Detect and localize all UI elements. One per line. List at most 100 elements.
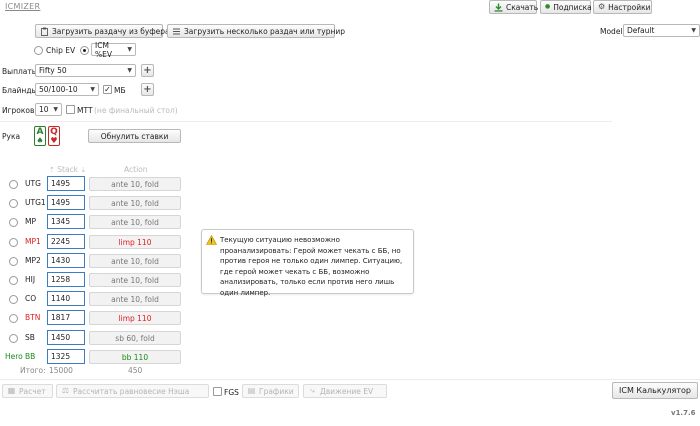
action-select[interactable]: ante 10, fold	[89, 215, 181, 229]
model-label: Model	[600, 27, 623, 36]
list-icon	[172, 27, 181, 36]
chart-icon: ▤	[247, 386, 256, 395]
calculate-button[interactable]: ▦ Расчет	[2, 384, 53, 398]
chevron-down-icon: ▼	[90, 86, 95, 93]
charts-button[interactable]: ▤ Графики	[242, 384, 299, 398]
select-hero-radio[interactable]	[9, 295, 18, 304]
icm-calculator-button[interactable]: ICM Калькулятор	[612, 382, 698, 399]
fgs-checkbox[interactable]	[213, 387, 222, 396]
flow-icon: ⤷	[310, 386, 315, 395]
load-clipboard-label: Загрузить раздачу из буфера	[52, 26, 170, 36]
settings-button[interactable]: ⚙ Настройки	[593, 0, 652, 14]
players-value: 10	[39, 105, 49, 114]
select-hero-radio[interactable]	[9, 257, 18, 266]
total-action: 450	[128, 366, 143, 375]
blinds-value: 50/100-10	[39, 85, 78, 94]
stack-input[interactable]: 1495	[47, 176, 85, 191]
action-select[interactable]: sb 60, fold	[89, 331, 181, 345]
download-button[interactable]: Скачать	[489, 0, 538, 14]
nash-equilibrium-button[interactable]: ⚖ Рассчитать равновесие Нэша	[56, 384, 209, 398]
action-select[interactable]: bb 110	[89, 350, 181, 364]
mb-label: МБ	[114, 86, 126, 95]
chevron-down-icon: ▼	[127, 46, 132, 53]
select-hero-radio[interactable]	[9, 276, 18, 285]
action-header: Action	[124, 165, 148, 174]
player-row: BTN 1817 limp 110	[0, 310, 200, 326]
download-icon	[494, 3, 503, 12]
chevron-down-icon: ▼	[127, 67, 132, 74]
ev-flow-label: Движение EV	[320, 386, 374, 396]
mtt-label: МТТ	[77, 106, 93, 115]
stack-input[interactable]: 1450	[47, 330, 85, 345]
stack-header[interactable]: ⇡ Stack ⇣	[49, 165, 86, 174]
warning-icon	[206, 235, 217, 245]
position-label: CO	[25, 294, 37, 303]
select-hero-radio[interactable]	[9, 238, 18, 247]
player-row: MP2 1430 ante 10, fold	[0, 253, 200, 269]
reset-bets-button[interactable]: Обнулить ставки	[88, 129, 181, 143]
stack-input[interactable]: 1345	[47, 214, 85, 229]
icm-mode-value: ICM %EV	[95, 40, 112, 59]
plus-icon: +	[143, 65, 152, 76]
blinds-select[interactable]: 50/100-10 ▼	[35, 83, 99, 96]
add-payout-button[interactable]: +	[141, 64, 154, 77]
position-label: UTG1	[25, 198, 46, 207]
action-select[interactable]: ante 10, fold	[89, 273, 181, 287]
ev-flow-button[interactable]: ⤷ Движение EV	[303, 384, 387, 398]
hole-card-2[interactable]: Q ♥	[48, 126, 60, 146]
action-select[interactable]: limp 110	[89, 311, 181, 325]
reset-bets-label: Обнулить ставки	[100, 131, 169, 141]
stack-input[interactable]: 2245	[47, 234, 85, 249]
hand-label: Рука	[2, 132, 21, 141]
load-multiple-label: Загрузить несколько раздач или турнир	[184, 26, 346, 36]
position-label: MP	[25, 217, 36, 226]
add-blinds-button[interactable]: +	[141, 83, 154, 96]
chip-ev-radio[interactable]	[34, 46, 43, 55]
stack-input[interactable]: 1817	[47, 310, 85, 325]
model-value: Default	[627, 26, 655, 35]
player-row: Hero BB 1325 bb 110	[0, 349, 200, 365]
action-select[interactable]: ante 10, fold	[89, 292, 181, 306]
select-hero-radio[interactable]	[9, 199, 18, 208]
mtt-checkbox[interactable]	[66, 105, 75, 114]
payouts-label: Выплаты	[2, 67, 38, 76]
action-select[interactable]: ante 10, fold	[89, 254, 181, 268]
chip-ev-label: Chip EV	[46, 46, 76, 55]
select-hero-radio[interactable]	[9, 218, 18, 227]
plus-icon: +	[143, 84, 152, 95]
hero-label: Hero	[5, 352, 23, 361]
position-label: BTN	[25, 313, 41, 322]
position-label: MP1	[25, 237, 41, 246]
load-multiple-button[interactable]: Загрузить несколько раздач или турнир	[167, 24, 345, 38]
select-hero-radio[interactable]	[9, 314, 18, 323]
blinds-label: Блайнды	[2, 86, 38, 95]
settings-label: Настройки	[608, 2, 651, 12]
action-select[interactable]: ante 10, fold	[89, 177, 181, 191]
warning-text: Текущую ситуацию невозможно проанализиро…	[220, 236, 403, 297]
mb-checkbox[interactable]: ✓	[103, 85, 112, 94]
select-hero-radio[interactable]	[9, 334, 18, 343]
payouts-select[interactable]: Fifty 50 ▼	[35, 64, 136, 77]
fgs-label: FGS	[224, 388, 239, 397]
load-clipboard-button[interactable]: Загрузить раздачу из буфера	[35, 24, 170, 38]
stack-input[interactable]: 1325	[47, 349, 85, 364]
players-select[interactable]: 10 ▼	[35, 103, 62, 116]
select-hero-radio[interactable]	[9, 180, 18, 189]
position-label: UTG	[25, 179, 41, 188]
subscription-label: Подписка	[553, 2, 592, 12]
stack-input[interactable]: 1140	[47, 291, 85, 306]
action-select[interactable]: ante 10, fold	[89, 196, 181, 210]
stack-input[interactable]: 1258	[47, 272, 85, 287]
stack-input[interactable]: 1495	[47, 195, 85, 210]
icm-ev-radio[interactable]	[80, 46, 89, 55]
subscription-button[interactable]: ● Подписка	[540, 0, 592, 14]
stack-input[interactable]: 1430	[47, 253, 85, 268]
model-select[interactable]: Default ▼	[623, 24, 700, 37]
icm-mode-select[interactable]: ICM %EV ▼	[91, 40, 136, 59]
action-select[interactable]: limp 110	[89, 235, 181, 249]
hole-card-1[interactable]: A ♠	[34, 126, 46, 146]
player-row: UTG1 1495 ante 10, fold	[0, 195, 200, 211]
payouts-value: Fifty 50	[39, 66, 67, 75]
position-label: BB	[25, 352, 36, 361]
app-logo: ICMIZER	[5, 2, 41, 11]
